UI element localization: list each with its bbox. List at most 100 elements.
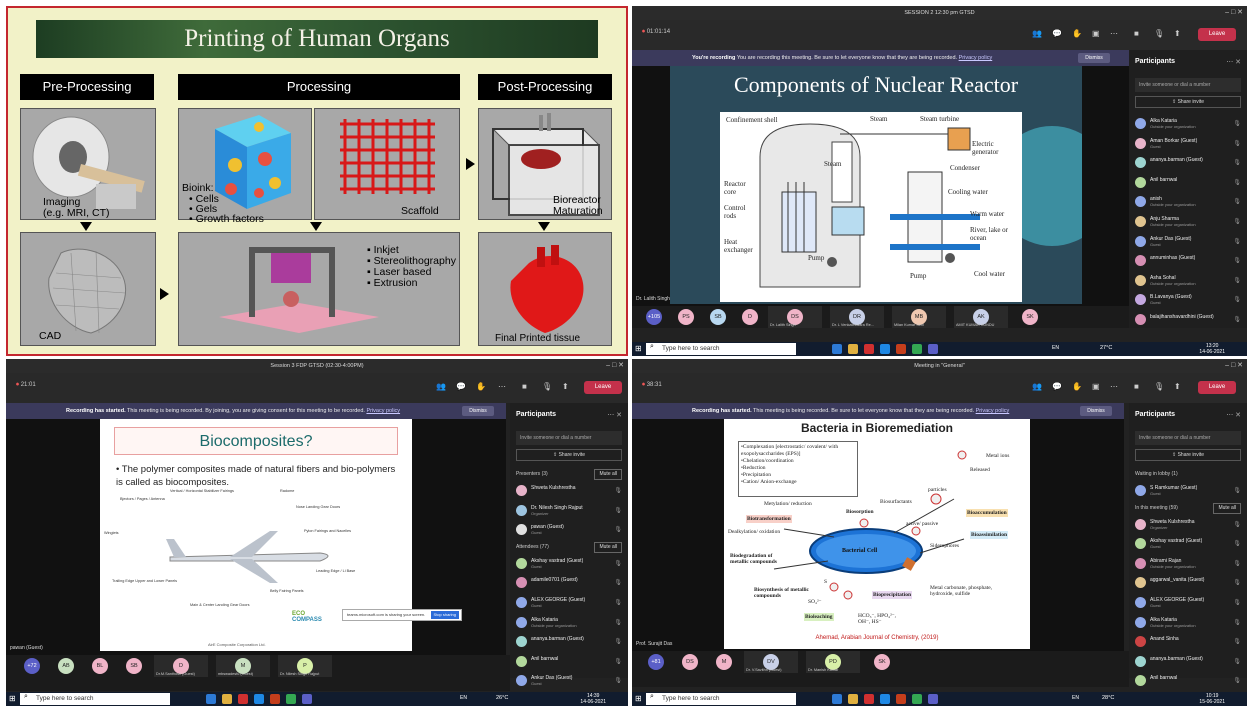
- video-tile[interactable]: DS Dr. Lalith Singh: [768, 306, 822, 328]
- invite-input[interactable]: Invite someone or dial a number: [1135, 431, 1241, 445]
- teams-icon[interactable]: [302, 694, 312, 704]
- share-invite-button[interactable]: ⇪ Share invite: [1135, 96, 1241, 108]
- participant-chip[interactable]: M: [716, 654, 732, 670]
- participant-row[interactable]: Ankur Das (Guest) Guest 🎙: [1133, 232, 1243, 252]
- participant-chip[interactable]: +81: [648, 654, 664, 670]
- participant-row[interactable]: Anil barnwal 🎙: [514, 652, 624, 672]
- folder-icon[interactable]: [222, 694, 232, 704]
- participant-row[interactable]: Dr. Nilesh Singh Rajput Organizer 🎙: [514, 501, 624, 521]
- video-tile[interactable]: PD Dr. Manish Kumar: [806, 651, 860, 673]
- participant-chip[interactable]: SK: [1022, 309, 1038, 325]
- participant-chip[interactable]: BL: [92, 658, 108, 674]
- participant-chip[interactable]: AB: [58, 658, 74, 674]
- participant-row[interactable]: Anil barnwal 🎙: [1133, 173, 1243, 193]
- app-icon[interactable]: [832, 694, 842, 704]
- participant-row[interactable]: aggarwal_vanita (Guest) 🎙: [1133, 573, 1243, 593]
- participant-chip[interactable]: +72: [24, 658, 40, 674]
- participant-row[interactable]: ALEX GEORGE (Guest) Guest 🎙: [1133, 593, 1243, 613]
- participant-row[interactable]: ananya.barman (Guest) 🎙: [514, 632, 624, 652]
- participant-row[interactable]: ALEX GEORGE (Guest) Guest 🎙: [514, 593, 624, 613]
- reactions-icon[interactable]: ✋: [1072, 29, 1082, 38]
- rooms-icon[interactable]: ▣: [1092, 29, 1100, 38]
- share-screen-icon[interactable]: ⬆: [1174, 29, 1181, 38]
- participant-row[interactable]: B.Lavanya (Guest) Guest 🎙: [1133, 290, 1243, 310]
- invite-input[interactable]: Invite someone or dial a number: [1135, 78, 1241, 92]
- dismiss-button[interactable]: Dismiss: [1080, 406, 1112, 416]
- chat-icon[interactable]: 💬: [1052, 29, 1062, 38]
- mic-icon[interactable]: 🎙: [1154, 29, 1164, 38]
- more-icon[interactable]: ⋯: [498, 382, 506, 391]
- window-controls[interactable]: – □ ✕: [1225, 361, 1243, 369]
- mute-all-button[interactable]: Mute all: [594, 469, 622, 480]
- close-icon[interactable]: ⋯ ✕: [1226, 411, 1241, 419]
- chat-icon[interactable]: 💬: [1052, 382, 1062, 391]
- more-icon[interactable]: ⋯: [1110, 382, 1118, 391]
- taskbar-search[interactable]: Type here to search: [646, 693, 796, 705]
- participant-row[interactable]: pawan (Guest) Guest 🎙: [514, 520, 624, 540]
- participant-chip[interactable]: SK: [874, 654, 890, 670]
- teams-icon[interactable]: [928, 694, 938, 704]
- participant-row[interactable]: annuminhas (Guest) 🎙: [1133, 251, 1243, 271]
- participant-row[interactable]: adamile0701 (Guest) 🎙: [514, 573, 624, 593]
- participant-row[interactable]: Ankur Das (Guest) Guest 🎙: [514, 671, 624, 691]
- participant-row[interactable]: Akshay vastrad (Guest) Guest 🎙: [514, 554, 624, 574]
- participant-chip[interactable]: PS: [678, 309, 694, 325]
- participant-chip[interactable]: SB: [126, 658, 142, 674]
- reactions-icon[interactable]: ✋: [1072, 382, 1082, 391]
- participants-icon[interactable]: 👥: [436, 382, 446, 391]
- rooms-icon[interactable]: ▣: [1092, 382, 1100, 391]
- share-screen-icon[interactable]: ⬆: [562, 382, 569, 391]
- privacy-policy-link[interactable]: Privacy policy: [366, 408, 400, 414]
- chrome-icon[interactable]: [912, 344, 922, 354]
- participant-row[interactable]: Abirami Rajan Outside your organization 🎙: [1133, 554, 1243, 574]
- windows-start-icon[interactable]: ⊞: [635, 344, 642, 353]
- dismiss-button[interactable]: Dismiss: [462, 406, 494, 416]
- pdf-icon[interactable]: [238, 694, 248, 704]
- mic-icon[interactable]: 🎙: [1154, 382, 1164, 391]
- video-tile[interactable]: AK AMIT KUMAR KUNDU: [954, 306, 1008, 328]
- video-tile[interactable]: MB Milan Kumar Seni: [892, 306, 946, 328]
- leave-button[interactable]: Leave: [1198, 381, 1236, 394]
- participant-row[interactable]: Asha Sohal Outside your organization 🎙: [1133, 271, 1243, 291]
- participant-chip[interactable]: D: [742, 309, 758, 325]
- video-tile[interactable]: Mmbswadesfu (Guest): [216, 655, 270, 677]
- chat-icon[interactable]: 💬: [456, 382, 466, 391]
- participant-row[interactable]: Anju Sharma Outside your organization 🎙: [1133, 212, 1243, 232]
- share-screen-icon[interactable]: ⬆: [1174, 382, 1181, 391]
- participant-row[interactable]: balajihanshavardhini (Guest) 🎙: [1133, 310, 1243, 330]
- mute-all-button[interactable]: Mute all: [1213, 502, 1241, 514]
- edge-icon[interactable]: [880, 344, 890, 354]
- edge-icon[interactable]: [254, 694, 264, 704]
- leave-button[interactable]: Leave: [1198, 28, 1236, 41]
- edge-icon[interactable]: [880, 694, 890, 704]
- participant-row[interactable]: Aman Borkar (Guest) Guest 🎙: [1133, 134, 1243, 154]
- powerpoint-icon[interactable]: [896, 694, 906, 704]
- participant-row[interactable]: ananya.barman (Guest) 🎙: [1133, 652, 1243, 672]
- participants-icon[interactable]: 👥: [1032, 382, 1042, 391]
- camera-icon[interactable]: ■: [1134, 382, 1139, 391]
- powerpoint-icon[interactable]: [896, 344, 906, 354]
- share-invite-button[interactable]: ⇪ Share invite: [516, 449, 622, 461]
- teams-icon[interactable]: [928, 344, 938, 354]
- windows-start-icon[interactable]: ⊞: [9, 694, 16, 703]
- mic-icon[interactable]: 🎙: [542, 382, 552, 391]
- windows-start-icon[interactable]: ⊞: [635, 694, 642, 703]
- participant-row[interactable]: Akshay vastrad (Guest) Guest 🎙: [1133, 534, 1243, 554]
- powerpoint-icon[interactable]: [270, 694, 280, 704]
- participant-row[interactable]: anish Outside your organization 🎙: [1133, 192, 1243, 212]
- participant-row[interactable]: Alka Kataria Outside your organization 🎙: [1133, 114, 1243, 134]
- participant-row[interactable]: Alka Kataria Outside your organization 🎙: [1133, 613, 1243, 633]
- privacy-policy-link[interactable]: Privacy policy: [959, 55, 993, 61]
- participant-chip[interactable]: SB: [710, 309, 726, 325]
- participant-row[interactable]: Anand Sinha 🎙: [1133, 632, 1243, 652]
- chrome-icon[interactable]: [286, 694, 296, 704]
- participant-row[interactable]: Shweta Kulshrestha 🎙: [514, 481, 624, 501]
- folder-icon[interactable]: [848, 344, 858, 354]
- taskbar-search[interactable]: Type here to search: [20, 693, 170, 705]
- dismiss-button[interactable]: Dismiss: [1078, 53, 1110, 63]
- participant-row[interactable]: Shweta Kulshrestha Organizer 🎙: [1133, 515, 1243, 535]
- participants-icon[interactable]: 👥: [1032, 29, 1042, 38]
- participant-row[interactable]: Alka Kataria Outside your organization 🎙: [514, 613, 624, 633]
- video-tile[interactable]: DV Dr. V.Savithri (Guest): [744, 651, 798, 673]
- window-controls[interactable]: – □ ✕: [1225, 8, 1243, 16]
